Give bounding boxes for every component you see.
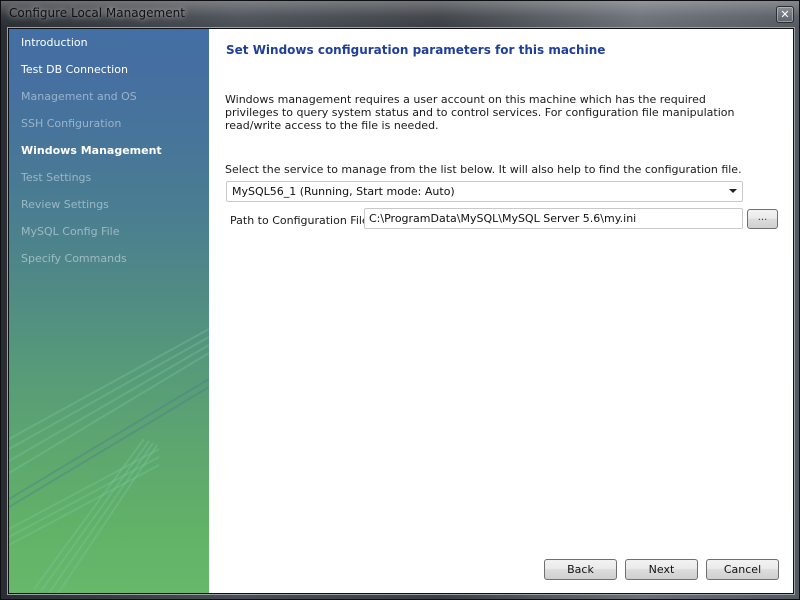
sidebar-item-specify-commands: Specify Commands (21, 252, 127, 265)
wizard-page-content: Set Windows configuration parameters for… (209, 29, 793, 593)
service-dropdown[interactable]: MySQL56_1 (Running, Start mode: Auto) (226, 181, 743, 202)
sidebar-item-introduction[interactable]: Introduction (9, 29, 209, 56)
sidebar-item-windows-management[interactable]: Windows Management (9, 137, 209, 164)
next-button[interactable]: Next (625, 559, 698, 580)
dialog-client-area: Introduction Test DB Connection Manageme… (8, 28, 794, 594)
back-button[interactable]: Back (544, 559, 617, 580)
close-button[interactable]: ✕ (776, 6, 794, 23)
cancel-button[interactable]: Cancel (706, 559, 779, 580)
page-title: Set Windows configuration parameters for… (226, 43, 606, 57)
wizard-sidebar: Introduction Test DB Connection Manageme… (9, 29, 209, 593)
sidebar-item-management-and-os: Management and OS (21, 90, 137, 103)
config-path-input[interactable] (364, 208, 743, 229)
config-path-label: Path to Configuration File: (230, 214, 373, 227)
close-icon: ✕ (780, 8, 790, 21)
wizard-steps: Introduction Test DB Connection Manageme… (9, 29, 209, 272)
page-description: Windows management requires a user accou… (225, 93, 735, 132)
service-dropdown-value: MySQL56_1 (Running, Start mode: Auto) (232, 185, 455, 198)
title-bar[interactable]: Configure Local Management ✕ (1, 1, 799, 27)
chevron-down-icon[interactable] (729, 189, 737, 193)
sidebar-item-ssh-configuration: SSH Configuration (21, 117, 122, 130)
configure-local-management-window: Configure Local Management ✕ Introductio… (0, 0, 800, 600)
window-title: Configure Local Management (9, 6, 185, 20)
service-select-label: Select the service to manage from the li… (225, 163, 742, 176)
sidebar-item-test-db-connection[interactable]: Test DB Connection (9, 56, 209, 83)
sidebar-item-mysql-config-file: MySQL Config File (21, 225, 120, 238)
sidebar-item-review-settings: Review Settings (21, 198, 109, 211)
browse-button[interactable]: ... (747, 209, 778, 229)
sidebar-item-test-settings: Test Settings (21, 171, 92, 184)
